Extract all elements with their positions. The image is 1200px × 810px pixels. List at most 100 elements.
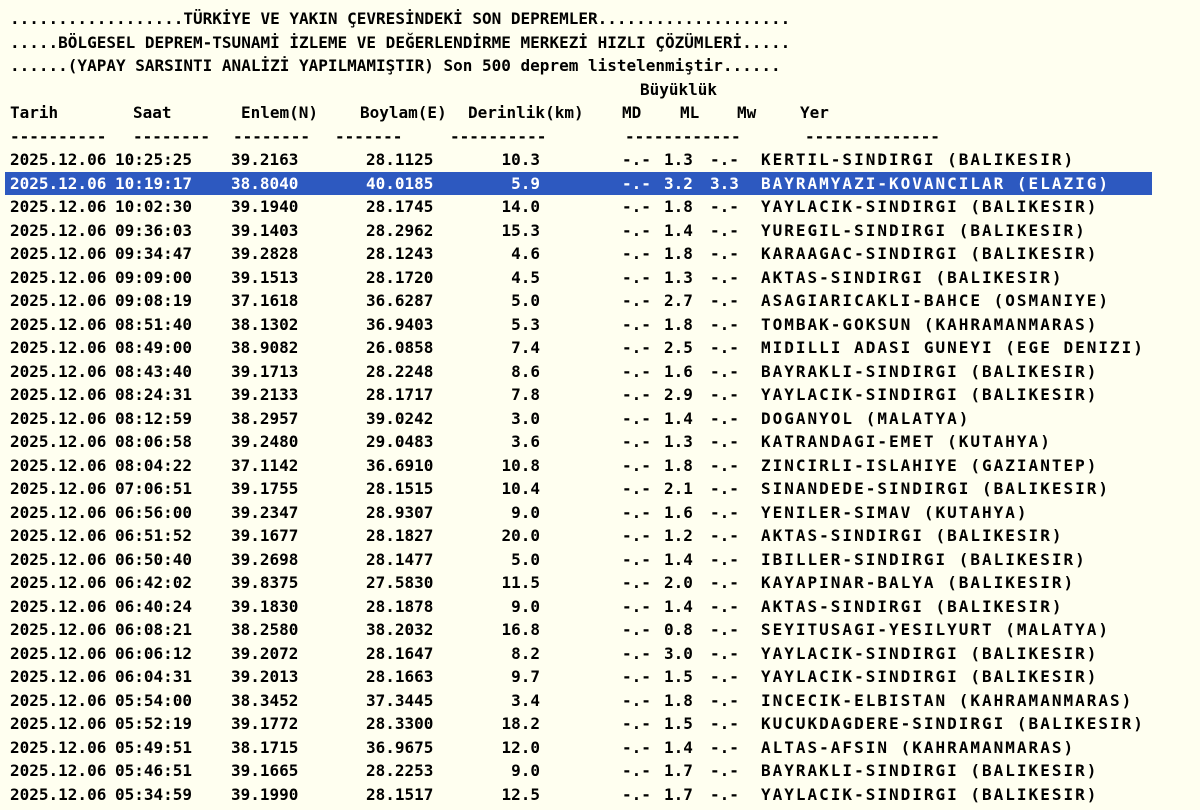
ml-magnitude-cell: 1.4	[664, 737, 693, 757]
separator-dashes: --------------	[805, 126, 940, 146]
depth-cell: 10.3	[501, 150, 540, 169]
date-cell: 2025.12.06	[10, 338, 107, 357]
earthquake-row: 2025.12.06 08:43:40 39.1713 28.2248 8.6 -.- 1.…	[0, 360, 1200, 384]
date-cell: 2025.12.06	[10, 737, 107, 757]
longitude-cell: 28.1663	[366, 667, 434, 686]
mw-magnitude-cell: -.-	[710, 291, 739, 310]
longitude-cell: 40.0185	[366, 173, 434, 193]
date-cell: 2025.12.06	[10, 690, 107, 710]
mw-magnitude-cell: -.-	[710, 596, 739, 616]
ml-magnitude-cell: 1.6	[664, 361, 693, 381]
date-cell: 2025.12.06	[10, 291, 107, 310]
time-cell: 06:40:24	[115, 596, 193, 616]
longitude-cell: 37.3445	[366, 690, 434, 710]
latitude-cell: 39.2347	[231, 502, 299, 522]
place-cell: SEYITUSAGI-YESILYURT (MALATYA)	[761, 620, 1110, 639]
time-cell: 05:54:00	[115, 690, 193, 710]
depth-cell: 4.5	[511, 267, 540, 287]
ml-magnitude-cell: 1.4	[664, 549, 693, 569]
mw-magnitude-cell: -.-	[710, 690, 739, 710]
latitude-cell: 39.1755	[231, 479, 299, 498]
latitude-cell: 39.1772	[231, 714, 299, 733]
date-cell: 2025.12.06	[10, 549, 107, 569]
earthquake-row: 2025.12.06 08:51:40 38.1302 36.9403 5.3 -.- 1.…	[0, 313, 1200, 337]
depth-cell: 3.0	[511, 408, 540, 428]
place-cell: YENILER-SIMAV (KUTAHYA)	[761, 502, 1029, 522]
date-cell: 2025.12.06	[10, 408, 107, 428]
column-header-enlem: Enlem(N)	[241, 103, 319, 122]
mw-magnitude-cell: -.-	[710, 643, 739, 663]
ml-magnitude-cell: 1.5	[664, 667, 693, 686]
mw-magnitude-cell: -.-	[710, 784, 739, 804]
latitude-cell: 39.1940	[231, 197, 299, 216]
depth-cell: 10.8	[501, 455, 540, 475]
depth-cell: 8.2	[511, 643, 540, 663]
md-magnitude-cell: -.-	[622, 338, 651, 357]
date-cell: 2025.12.06	[10, 173, 107, 193]
md-magnitude-cell: -.-	[622, 267, 651, 287]
depth-cell: 14.0	[501, 197, 540, 216]
longitude-cell: 28.1477	[366, 549, 434, 569]
date-cell: 2025.12.06	[10, 667, 107, 686]
longitude-cell: 38.2032	[366, 620, 434, 639]
longitude-cell: 29.0483	[366, 432, 434, 451]
earthquake-row: 2025.12.06 05:52:19 39.1772 28.3300 18.2 -.- 1…	[0, 712, 1200, 736]
time-cell: 06:42:02	[115, 573, 193, 592]
earthquake-row: 2025.12.06 05:34:59 39.1990 28.1517 12.5 -.- 1…	[0, 783, 1200, 807]
latitude-cell: 39.8375	[231, 573, 299, 592]
earthquake-row-highlighted: 2025.12.06 10:19:17 38.8040 40.0185 5.9 -.- 3.…	[0, 171, 1200, 195]
time-cell: 08:51:40	[115, 314, 193, 334]
separator-dashes: -------	[335, 126, 403, 146]
column-header-yer: Yer	[800, 103, 829, 122]
time-cell: 05:46:51	[115, 761, 193, 780]
md-magnitude-cell: -.-	[622, 361, 651, 381]
place-cell: ASAGIARICAKLI-BAHCE (OSMANIYE)	[761, 291, 1110, 310]
md-magnitude-cell: -.-	[622, 690, 651, 710]
date-cell: 2025.12.06	[10, 432, 107, 451]
title-line-2: .....BÖLGESEL DEPREM-TSUNAMİ İZLEME VE D…	[10, 32, 791, 52]
date-cell: 2025.12.06	[10, 455, 107, 475]
place-cell: AKTAS-SINDIRGI (BALIKESIR)	[761, 267, 1064, 287]
separator-dashes: --------	[233, 126, 311, 146]
earthquake-row: 2025.12.06 06:04:31 39.2013 28.1663 9.7 -.- 1.…	[0, 665, 1200, 689]
time-cell: 09:08:19	[115, 291, 193, 310]
depth-cell: 12.0	[501, 737, 540, 757]
place-cell: KERTIL-SINDIRGI (BALIKESIR)	[761, 150, 1076, 169]
longitude-cell: 28.1517	[366, 784, 434, 804]
date-cell: 2025.12.06	[10, 502, 107, 522]
earthquake-row: 2025.12.06 09:09:00 39.1513 28.1720 4.5 -.- 1.…	[0, 266, 1200, 290]
time-cell: 08:24:31	[115, 385, 193, 404]
earthquake-rows: 2025.12.06 10:25:25 39.2163 28.1125 10.3 -.- 1…	[0, 148, 1200, 806]
earthquake-row: 2025.12.06 08:06:58 39.2480 29.0483 3.6 -.- 1.…	[0, 430, 1200, 454]
time-cell: 05:49:51	[115, 737, 193, 757]
date-cell: 2025.12.06	[10, 150, 107, 169]
depth-cell: 20.0	[501, 526, 540, 545]
date-cell: 2025.12.06	[10, 479, 107, 498]
mw-magnitude-cell: -.-	[710, 761, 739, 780]
latitude-cell: 39.2698	[231, 549, 299, 569]
latitude-cell: 38.2957	[231, 408, 299, 428]
time-cell: 06:51:52	[115, 526, 193, 545]
latitude-cell: 39.2013	[231, 667, 299, 686]
magnitude-group-row: Büyüklük	[0, 78, 1200, 102]
place-cell: YAYLACIK-SINDIRGI (BALIKESIR)	[761, 385, 1099, 404]
ml-magnitude-cell: 2.1	[664, 479, 693, 498]
earthquake-row: 2025.12.06 05:49:51 38.1715 36.9675 12.0 -.- 1…	[0, 736, 1200, 760]
time-cell: 06:08:21	[115, 620, 193, 639]
depth-cell: 7.8	[511, 385, 540, 404]
latitude-cell: 38.8040	[231, 173, 299, 193]
date-cell: 2025.12.06	[10, 573, 107, 592]
mw-magnitude-cell: -.-	[710, 338, 739, 357]
ml-magnitude-cell: 1.8	[664, 690, 693, 710]
ml-magnitude-cell: 1.4	[664, 596, 693, 616]
earthquake-row: 2025.12.06 08:49:00 38.9082 26.0858 7.4 -.- 2.…	[0, 336, 1200, 360]
latitude-cell: 39.1665	[231, 761, 299, 780]
longitude-cell: 39.0242	[366, 408, 434, 428]
column-header-ml: ML	[680, 103, 700, 122]
date-cell: 2025.12.06	[10, 197, 107, 216]
longitude-cell: 28.1243	[366, 244, 434, 263]
md-magnitude-cell: -.-	[622, 549, 651, 569]
place-cell: KARAAGAC-SINDIRGI (BALIKESIR)	[761, 244, 1099, 263]
mw-magnitude-cell: -.-	[710, 385, 739, 404]
mw-magnitude-cell: -.-	[710, 714, 739, 733]
